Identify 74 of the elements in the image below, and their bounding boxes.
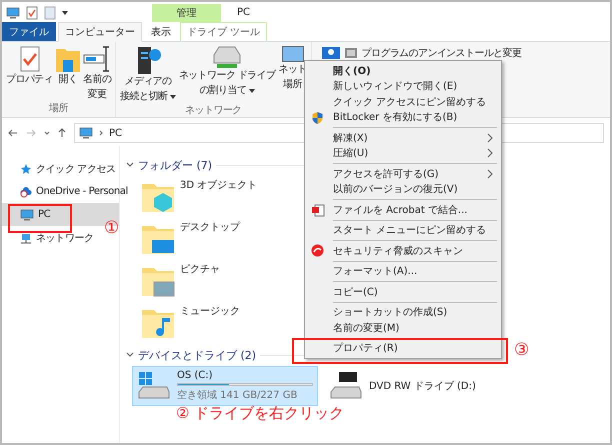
document-icon [44, 6, 56, 20]
ribbon-group-label: 場所 [48, 102, 70, 115]
chevron-icon[interactable] [126, 351, 134, 359]
window-title: PC [236, 7, 250, 20]
folder-label[interactable]: 3D オブジェクト [180, 178, 258, 192]
menu-item[interactable]: プロパティ(R) [305, 340, 501, 356]
media-server-icon [135, 46, 162, 74]
ribbon-button[interactable]: ネット 場所 [277, 46, 308, 91]
ribbon-button[interactable]: ネットワーク ドライブ の割り当て [178, 46, 276, 97]
ribbon-button[interactable]: メディアの 接続と切断 [119, 46, 177, 103]
menu-item[interactable]: アクセスを許可する(G) [305, 166, 501, 182]
step-number: ③ [514, 340, 530, 360]
drive-tile[interactable]: OS (C:) 空き領域 141 GB/227 GB [132, 366, 318, 406]
back-arrow-icon [8, 129, 18, 137]
properties-icon [26, 6, 38, 20]
window-icon [344, 47, 358, 59]
rename-icon [83, 46, 112, 72]
folder-label[interactable]: デスクトップ [180, 220, 240, 234]
ribbon-button[interactable]: 開く [55, 46, 82, 86]
ribbon-button[interactable]: プログラムのアンインストールと変更 [322, 46, 522, 60]
user-icon [322, 47, 340, 59]
ribbon-tab[interactable]: ドライブ ツール [180, 22, 268, 41]
ribbon-button[interactable]: プロパティ [5, 46, 54, 86]
navigation-item[interactable]: クイック アクセス [2, 157, 120, 180]
up-arrow-icon [58, 128, 66, 138]
menu-item[interactable]: 新しいウィンドウで開く(E) [305, 78, 501, 94]
folder-label[interactable]: ピクチャ [180, 262, 220, 276]
computer-icon [79, 127, 93, 139]
computer-icon [6, 7, 20, 19]
network-drive-icon [213, 46, 242, 68]
menu-item[interactable]: セキュリティ脅威のスキャン [305, 243, 501, 258]
network-icon [20, 232, 32, 244]
swirl-icon [311, 244, 324, 258]
menu-item[interactable]: 以前のバージョンの復元(V) [305, 182, 501, 197]
properties-icon [18, 46, 40, 72]
menu-item[interactable]: 圧縮(U) [305, 146, 501, 161]
monitor-icon [282, 46, 304, 62]
menu-item[interactable]: フォーマット(A)... [305, 264, 501, 279]
cloud-icon [20, 186, 32, 198]
navigation-item[interactable]: OneDrive - Personal [2, 180, 132, 203]
menu-item[interactable]: スタート メニューにピン留めする [305, 222, 501, 238]
menu-item[interactable]: クイック アクセスにピン留めする [305, 94, 501, 110]
ribbon-tab[interactable]: コンピューター [58, 22, 142, 42]
menu-item[interactable]: 開く(O) [305, 63, 501, 78]
chevron-icon [99, 130, 103, 136]
menu-item[interactable]: 解凍(X) [305, 130, 501, 146]
context-tab-group-label: 管理 [152, 4, 221, 22]
menu-item[interactable]: 名前の変更(M) [305, 320, 501, 336]
computer-icon [20, 208, 34, 220]
caret-icon [62, 11, 68, 15]
document-icon [311, 202, 325, 217]
instruction-text: ② ドライブを右クリック [176, 404, 344, 423]
highlight-frame [8, 204, 72, 233]
folder-icon [56, 46, 80, 72]
chevron-icon [44, 130, 50, 136]
folder-label[interactable]: ミュージック [180, 304, 240, 318]
section-header[interactable]: デバイスとドライブ (2) [138, 348, 256, 362]
breadcrumb-item[interactable]: PC [109, 128, 122, 138]
navigation-item[interactable]: ネットワーク [2, 226, 98, 249]
drive-tile[interactable]: DVD RW ドライブ (D:) [324, 366, 510, 406]
shield-icon [311, 110, 324, 124]
menu-item[interactable]: BitLocker を有効にする(B) [305, 110, 501, 125]
chevron-icon[interactable] [126, 161, 134, 169]
file-menu-tab[interactable]: ファイル [2, 22, 56, 41]
menu-item[interactable]: ショートカットの作成(S) [305, 304, 501, 320]
caret-icon [170, 94, 176, 98]
menu-item[interactable]: ファイルを Acrobat で結合... [305, 202, 501, 218]
forward-arrow-icon [26, 129, 36, 137]
ribbon-group-label: ネットワーク [184, 104, 243, 117]
menu-item[interactable]: コピー(C) [305, 284, 501, 300]
caret-icon [248, 88, 255, 92]
section-header[interactable]: フォルダー (7) [138, 158, 212, 172]
ribbon-button[interactable]: 名前の 変更 [82, 46, 112, 101]
star-icon [20, 162, 32, 174]
